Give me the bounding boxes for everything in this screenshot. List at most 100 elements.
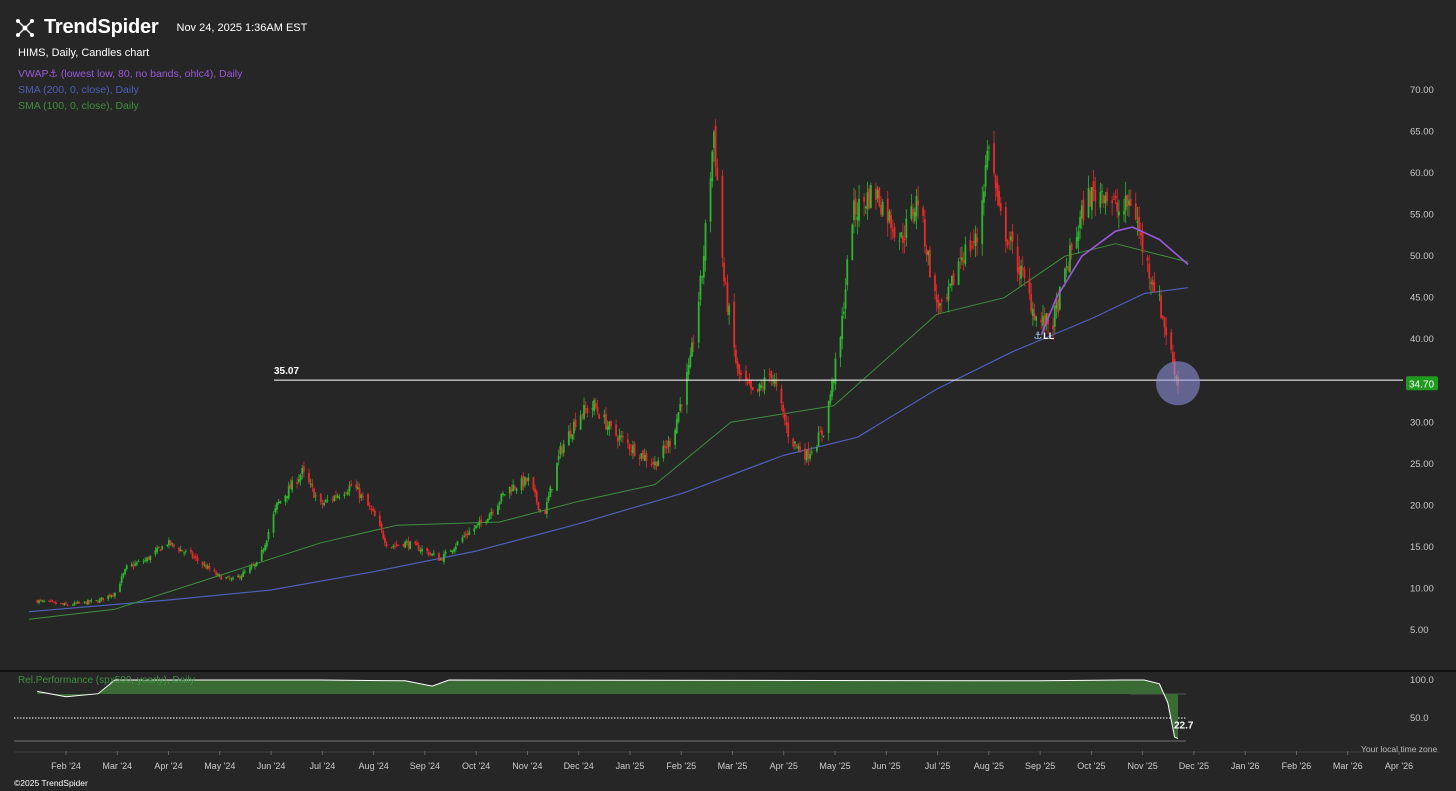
candle-body	[675, 419, 678, 434]
candle-body	[940, 299, 943, 302]
candle-body	[1170, 332, 1173, 350]
candle-body	[343, 494, 346, 497]
candle-body	[466, 533, 469, 536]
candle-body	[394, 545, 396, 547]
candle-body	[456, 541, 459, 545]
candle-body	[311, 483, 314, 488]
rel-axis-label: 100.0	[1410, 675, 1434, 686]
price-chart[interactable]: 70.0065.0060.0055.0050.0045.0040.0035.00…	[0, 0, 1456, 791]
candle-body	[134, 563, 137, 566]
candle-body	[999, 203, 1002, 212]
candle-body	[1136, 220, 1139, 223]
candle-body	[780, 388, 783, 404]
candle-body	[120, 576, 123, 583]
candle-body	[864, 206, 867, 209]
candle-body	[397, 544, 400, 546]
candle-body	[485, 521, 488, 523]
candle-body	[645, 452, 648, 462]
candle-body	[1151, 279, 1154, 285]
candle-body	[1129, 199, 1132, 206]
candle-body	[610, 421, 612, 426]
candle-body	[1052, 325, 1054, 330]
candle-body	[950, 275, 953, 286]
time-axis-label: Jun '25	[872, 761, 901, 771]
candle-body	[569, 430, 572, 438]
candles-group	[36, 119, 1179, 607]
candle-body	[733, 301, 736, 348]
candle-body	[358, 488, 361, 499]
candle-body	[664, 445, 666, 448]
candle-body	[326, 499, 329, 501]
time-axis-label: Nov '24	[512, 761, 542, 771]
candle-body	[429, 553, 432, 555]
candle-body	[844, 289, 847, 309]
candle-body	[596, 406, 599, 413]
level-line-label: 35.07	[274, 366, 299, 377]
candle-body	[1101, 190, 1103, 192]
candle-body	[407, 540, 410, 548]
candle-body	[947, 286, 950, 301]
candle-body	[893, 227, 896, 238]
candle-body	[738, 364, 741, 374]
candle-body	[704, 222, 707, 261]
price-axis-label: 60.00	[1410, 168, 1434, 179]
candle-body	[785, 421, 788, 426]
candle-body	[891, 229, 894, 232]
candle-body	[630, 450, 633, 452]
candle-body	[1092, 181, 1095, 191]
candle-body	[763, 377, 766, 391]
candle-body	[250, 566, 253, 568]
candle-body	[1163, 317, 1166, 328]
candle-body	[750, 381, 752, 389]
candle-body	[242, 571, 245, 577]
candle-body	[632, 445, 634, 454]
candle-body	[169, 540, 172, 546]
candle-body	[449, 550, 452, 552]
candle-body	[1067, 266, 1070, 271]
candle-body	[961, 257, 963, 261]
candle-body	[476, 523, 479, 526]
candle-body	[841, 316, 844, 339]
candle-body	[571, 434, 574, 440]
price-axis-label: 20.00	[1410, 500, 1434, 511]
candle-body	[262, 549, 265, 552]
candle-body	[119, 583, 121, 593]
candle-body	[1030, 293, 1033, 312]
candle-body	[287, 486, 290, 499]
candle-body	[626, 439, 629, 444]
candle-body	[114, 592, 116, 597]
rel-perf-title: Rel.Performance (spx500, yearly), Daily	[18, 675, 195, 686]
candle-body	[976, 237, 979, 243]
candle-body	[432, 553, 435, 555]
candle-body	[98, 599, 101, 603]
candle-body	[513, 486, 516, 489]
candle-body	[331, 499, 334, 501]
candle-body	[171, 543, 174, 545]
candle-body	[203, 564, 206, 566]
time-axis-label: May '25	[819, 761, 850, 771]
candle-body	[1171, 352, 1174, 363]
candle-body	[544, 509, 547, 515]
candle-body	[853, 200, 855, 221]
candle-body	[773, 381, 776, 384]
candle-body	[537, 501, 540, 510]
candle-body	[903, 238, 906, 241]
candle-body	[1087, 188, 1090, 218]
candle-body	[929, 249, 931, 278]
time-axis-label: Jun '24	[257, 761, 286, 771]
time-axis-label: Feb '24	[51, 761, 81, 771]
candle-body	[1161, 315, 1164, 318]
candle-body	[215, 572, 218, 576]
candle-body	[166, 544, 169, 546]
price-axis-label: 40.00	[1410, 334, 1434, 345]
candle-body	[532, 477, 535, 490]
candle-body	[969, 240, 972, 252]
candle-body	[357, 487, 359, 490]
candle-body	[591, 407, 594, 410]
candle-body	[665, 446, 668, 449]
candle-body	[286, 495, 288, 499]
candle-body	[38, 600, 40, 603]
candle-body	[438, 553, 440, 561]
candle-body	[567, 431, 570, 446]
candle-body	[378, 515, 381, 526]
